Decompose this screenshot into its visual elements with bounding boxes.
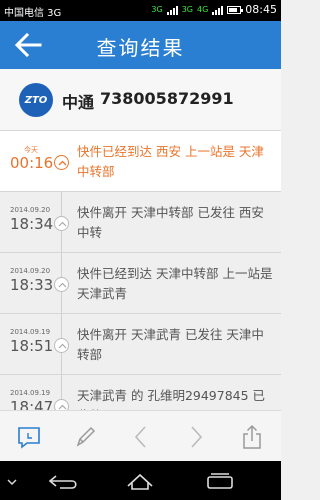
tracking-number: 738005872991	[100, 89, 234, 108]
package-summary: ZTO 中通 738005872991	[0, 69, 281, 131]
network-3g-label: 3G	[151, 5, 163, 14]
network-3g-label-2: 3G	[181, 5, 193, 14]
timeline-time: 18:33	[10, 276, 54, 294]
signal-icon-2	[212, 5, 224, 15]
chevron-up-icon	[54, 216, 69, 231]
timeline-text: 天津武青 的 孔维明29497845 已收件	[77, 388, 266, 410]
overflow-menu-button[interactable]	[4, 470, 20, 492]
timeline-item: 2014.09.20 18:34 快件离开 天津中转部 已发往 西安中转	[0, 192, 281, 253]
carrier-name: 中通	[62, 93, 95, 112]
carrier-label: 中国电信 3G	[4, 4, 61, 19]
nav-back-button[interactable]	[46, 470, 82, 492]
timeline-date: 2014.09.19	[10, 328, 51, 336]
timeline-text: 快件已经到达 西安 上一站是 天津中转部	[77, 144, 264, 179]
app-header: 查询结果	[0, 21, 281, 69]
share-button[interactable]	[239, 424, 265, 450]
edit-button[interactable]	[72, 424, 98, 450]
carrier-logo: ZTO	[19, 83, 53, 117]
chevron-right-icon	[191, 426, 203, 448]
timeline-item: 今天 00:16 快件已经到达 西安 上一站是 天津中转部	[0, 131, 281, 192]
bottom-toolbar	[0, 410, 281, 461]
timeline-date: 2014.09.19	[10, 389, 51, 397]
chevron-up-icon	[54, 155, 69, 170]
page-title: 查询结果	[96, 36, 185, 60]
timeline-date: 2014.09.20	[10, 206, 51, 214]
home-icon	[127, 473, 153, 490]
timeline-text: 快件离开 天津武青 已发往 天津中转部	[77, 327, 264, 362]
previous-button[interactable]	[128, 424, 154, 450]
back-icon	[48, 475, 77, 489]
share-icon	[243, 424, 261, 449]
timeline-text: 快件已经到达 天津中转部 上一站是 天津武青	[77, 266, 273, 301]
timeline-item: 2014.09.20 18:33 快件已经到达 天津中转部 上一站是 天津武青	[0, 253, 281, 314]
pen-icon	[76, 426, 96, 447]
battery-icon	[227, 5, 244, 14]
status-bar: 中国电信 3G 3G 3G 4G 08:45	[0, 0, 281, 21]
timeline-time: 18:51	[10, 337, 54, 355]
tracking-timeline[interactable]: 今天 00:16 快件已经到达 西安 上一站是 天津中转部 2014.09.20…	[0, 131, 281, 410]
network-4g-label: 4G	[197, 5, 209, 14]
timeline-item: 2014.09.19 18:47 天津武青 的 孔维明29497845 已收件	[0, 375, 281, 410]
nav-recents-button[interactable]	[202, 470, 238, 492]
timeline-item: 2014.09.19 18:51 快件离开 天津武青 已发往 天津中转部	[0, 314, 281, 375]
comment-icon	[18, 427, 40, 449]
menu-down-icon	[7, 479, 17, 485]
timeline-time: 18:47	[10, 398, 54, 410]
timeline-time: 00:16	[10, 154, 54, 172]
timeline-time: 18:34	[10, 215, 54, 233]
system-nav-bar	[0, 461, 281, 500]
chevron-left-icon	[134, 426, 146, 448]
next-button[interactable]	[183, 424, 209, 450]
carrier-heading: 中通 738005872991	[62, 89, 234, 113]
timeline-date: 2014.09.20	[10, 267, 51, 275]
status-icons: 3G 3G 4G 08:45	[151, 3, 277, 16]
chevron-up-icon	[54, 399, 69, 410]
chevron-up-icon	[54, 338, 69, 353]
carrier-logo-text: ZTO	[24, 94, 48, 106]
timeline-text: 快件离开 天津中转部 已发往 西安中转	[77, 205, 264, 240]
signal-icon	[166, 5, 178, 15]
clock: 08:45	[245, 3, 277, 16]
chevron-up-icon	[54, 277, 69, 292]
nav-home-button[interactable]	[122, 470, 158, 492]
comment-button[interactable]	[16, 424, 42, 450]
carrier-text: 中国电信 3G	[4, 8, 62, 19]
recent-apps-icon	[207, 473, 233, 489]
